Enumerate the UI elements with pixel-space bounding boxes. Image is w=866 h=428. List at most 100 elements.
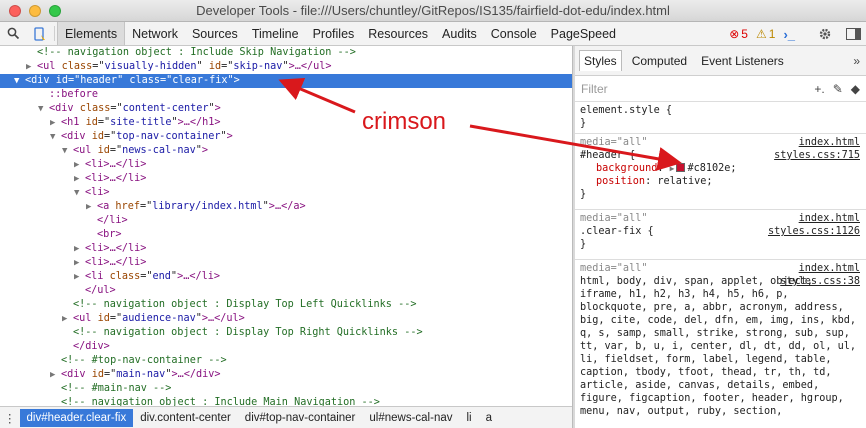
tab-computed[interactable]: Computed — [628, 51, 691, 71]
breadcrumb-item[interactable]: ul#news-cal-nav — [362, 409, 459, 427]
property-value[interactable]: relative; — [657, 176, 712, 187]
expand-arrow-icon[interactable]: ▶ — [670, 164, 675, 173]
collapse-triangle-icon[interactable]: ▼ — [62, 144, 73, 158]
console-drawer-icon[interactable]: ›_ — [783, 27, 795, 42]
color-swatch[interactable] — [676, 163, 686, 172]
dom-node[interactable]: <!-- navigation object : Include Main Na… — [0, 396, 572, 406]
close-window-button[interactable] — [9, 4, 21, 17]
clear-fix-style-rule[interactable]: media="all" index.html .clear-fix {styles… — [575, 210, 866, 260]
expand-triangle-icon[interactable]: ▶ — [74, 242, 85, 256]
add-rule-icon[interactable]: +. — [814, 82, 824, 96]
dock-side-icon[interactable] — [840, 28, 866, 40]
rule-selector: html, body, div, span, applet, object, i… — [580, 276, 857, 417]
dom-node[interactable]: ▶ <ul id="audience-nav">…</ul> — [0, 312, 572, 326]
tab-profiles[interactable]: Profiles — [306, 22, 362, 45]
breadcrumb-overflow-icon[interactable]: ⋮ — [0, 411, 20, 425]
attribute-value: news-cal-nav — [122, 145, 196, 156]
dom-node[interactable]: ▼ <div class="content-center"> — [0, 102, 572, 116]
collapse-triangle-icon[interactable]: ▼ — [74, 186, 85, 200]
filter-input[interactable]: Filter — [581, 82, 608, 96]
collapse-triangle-icon[interactable]: ▼ — [50, 130, 61, 144]
element-style-rule[interactable]: element.style { } — [575, 102, 866, 134]
more-tabs-icon[interactable]: » — [853, 54, 860, 68]
dom-node[interactable]: ▶ <li>…</li> — [0, 172, 572, 186]
attribute-value: skip-nav — [233, 61, 283, 72]
expand-triangle-icon[interactable]: ▶ — [74, 158, 85, 172]
dom-node[interactable]: <!-- #main-nav --> — [0, 382, 572, 396]
dom-node[interactable]: </li> — [0, 214, 572, 228]
dom-node[interactable]: ::before — [0, 88, 572, 102]
rule-selector: #header { — [580, 150, 636, 161]
expand-triangle-icon[interactable]: ▶ — [74, 172, 85, 186]
property-value[interactable]: #c8102e; — [687, 163, 736, 174]
gear-icon[interactable] — [812, 27, 838, 41]
dom-node[interactable]: ▶ <li>…</li> — [0, 158, 572, 172]
collapsed-content: …</h1> — [183, 117, 221, 128]
reset-style-rule[interactable]: media="all" index.html styles.css:38 html… — [575, 260, 866, 421]
expand-triangle-icon[interactable]: ▶ — [26, 60, 37, 74]
dom-node[interactable]: ▼ <li> — [0, 186, 572, 200]
tab-resources[interactable]: Resources — [361, 22, 435, 45]
dom-node[interactable]: </div> — [0, 340, 572, 354]
expand-triangle-icon[interactable]: ▶ — [86, 200, 97, 214]
collapse-triangle-icon[interactable]: ▼ — [38, 102, 49, 116]
property-name[interactable]: position — [596, 176, 645, 187]
inspect-search-icon[interactable] — [0, 22, 26, 45]
tab-timeline[interactable]: Timeline — [245, 22, 306, 45]
dom-node[interactable]: ▼ <div id="top-nav-container"> — [0, 130, 572, 144]
tab-event-listeners[interactable]: Event Listeners — [697, 51, 788, 71]
collapse-triangle-icon[interactable]: ▼ — [14, 74, 25, 88]
dom-node[interactable]: ▶ <h1 id="site-title">…</h1> — [0, 116, 572, 130]
expand-triangle-icon[interactable]: ▶ — [74, 256, 85, 270]
expand-triangle-icon[interactable]: ▶ — [62, 312, 73, 326]
rule-file-link[interactable]: index.html — [799, 136, 860, 149]
dom-node[interactable]: ▶ <a href="library/index.html">…</a> — [0, 200, 572, 214]
expand-triangle-icon[interactable]: ▶ — [74, 270, 85, 284]
rule-file-link[interactable]: index.html — [799, 262, 860, 275]
minimize-window-button[interactable] — [29, 4, 41, 17]
dom-node[interactable]: ▶ <li>…</li> — [0, 242, 572, 256]
tab-console[interactable]: Console — [484, 22, 544, 45]
expand-triangle-icon[interactable]: ▶ — [50, 116, 61, 130]
tab-sources[interactable]: Sources — [185, 22, 245, 45]
tab-audits[interactable]: Audits — [435, 22, 484, 45]
dom-node[interactable]: ▶ <ul class="visually-hidden" id="skip-na… — [0, 60, 572, 74]
panel-tabs: Elements Network Sources Timeline Profiles Re… — [57, 22, 623, 45]
dom-node[interactable]: <!-- navigation object : Display Top Lef… — [0, 298, 572, 312]
dom-node[interactable]: ▼ <ul id="news-cal-nav"> — [0, 144, 572, 158]
color-format-icon[interactable]: ◆ — [851, 82, 860, 96]
tab-pagespeed[interactable]: PageSpeed — [544, 22, 623, 45]
warning-counter[interactable]: ⚠ 1 — [756, 27, 775, 41]
dom-node-selected[interactable]: ▼ <div id="header" class="clear-fix"> — [0, 74, 572, 88]
expand-triangle-icon[interactable]: ▶ — [50, 368, 61, 382]
rule-source-link[interactable]: styles.css:1126 — [768, 225, 860, 238]
dom-node[interactable]: <br> — [0, 228, 572, 242]
device-mode-icon[interactable] — [26, 22, 52, 45]
breadcrumb-item[interactable]: div#top-nav-container — [238, 409, 363, 427]
styles-filter[interactable]: Filter +. ✎ ◆ — [575, 76, 866, 102]
breadcrumb-item[interactable]: div.content-center — [133, 409, 238, 427]
dom-node[interactable]: <!-- #top-nav-container --> — [0, 354, 572, 368]
breadcrumb-item[interactable]: a — [479, 409, 499, 427]
breadcrumb-item[interactable]: div#header.clear-fix — [19, 408, 134, 427]
dom-node[interactable]: ▶ <div id="main-nav">…</div> — [0, 368, 572, 382]
property-name[interactable]: background — [596, 163, 657, 174]
tab-styles[interactable]: Styles — [579, 50, 622, 71]
breadcrumb-item[interactable]: li — [460, 409, 479, 427]
tab-elements[interactable]: Elements — [57, 22, 126, 45]
dom-node[interactable]: <!-- navigation object : Display Top Rig… — [0, 326, 572, 340]
error-counter[interactable]: ⊗ 5 — [729, 27, 748, 41]
pin-state-icon[interactable]: ✎ — [833, 82, 843, 96]
breadcrumb: ⋮ div#header.clear-fix div.content-center… — [0, 406, 572, 428]
rule-source-link[interactable]: styles.css:38 — [780, 275, 860, 288]
dom-node[interactable]: ▶ <li class="end">…</li> — [0, 270, 572, 284]
dom-node[interactable]: <!-- navigation object : Include Skip Na… — [0, 46, 572, 60]
tab-network[interactable]: Network — [125, 22, 185, 45]
dom-node[interactable]: </ul> — [0, 284, 572, 298]
header-style-rule[interactable]: media="all" index.html #header {styles.cs… — [575, 134, 866, 210]
rule-source-link[interactable]: styles.css:715 — [774, 149, 860, 162]
dom-node[interactable]: ▶ <li>…</li> — [0, 256, 572, 270]
zoom-window-button[interactable] — [49, 4, 61, 17]
rule-file-link[interactable]: index.html — [799, 212, 860, 225]
